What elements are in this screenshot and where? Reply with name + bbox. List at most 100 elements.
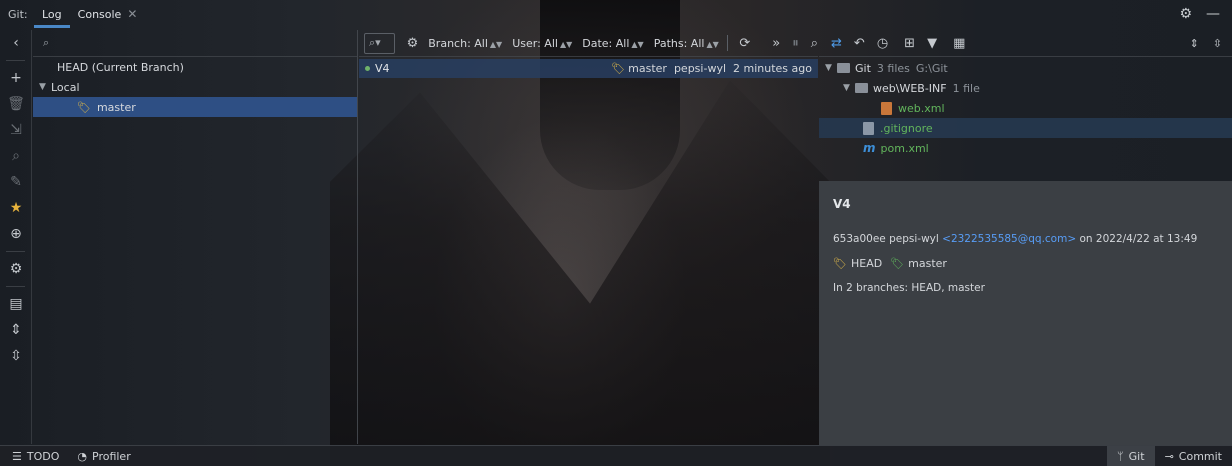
search-icon[interactable]: ⌕ [0, 143, 32, 169]
branch-icon: ᛘ [1117, 449, 1124, 463]
user-filter-label: User: All [512, 36, 558, 50]
user-filter[interactable]: User: All ▲▼ [512, 37, 572, 50]
profiler-button[interactable]: ◔ Profiler [77, 450, 130, 463]
chevron-down-icon[interactable]: ▼ [825, 63, 837, 73]
settings-icon[interactable]: ⚙ [0, 256, 32, 282]
branch-head-label: HEAD (Current Branch) [57, 60, 184, 74]
file-name: pom.xml [880, 141, 929, 155]
settings-icon[interactable]: ⚙ [407, 36, 419, 51]
commit-icon: ⊸ [1164, 449, 1174, 463]
branches-panel: ⌕ HEAD (Current Branch) ▼ Local 🏷 master [33, 30, 358, 444]
xml-file-icon [881, 101, 892, 115]
file-item[interactable]: .gitignore [819, 118, 1232, 138]
details-commit-line: 653a00ee pepsi-wyl <2322535585@qq.com> o… [833, 233, 1218, 245]
folder-count: 1 file [952, 81, 980, 95]
details-author: pepsi-wyl [889, 233, 939, 245]
branch-master-label: master [96, 100, 136, 114]
details-tag-head: HEAD [850, 257, 883, 270]
add-icon[interactable]: + [0, 65, 32, 91]
cherry-pick-icon[interactable]: ⇄ [831, 36, 842, 51]
commit-time: 2 minutes ago [733, 62, 812, 75]
date-filter-label: Date: All [582, 36, 630, 50]
tag-icon: 🏷 [833, 257, 847, 270]
profiler-icon: ◔ [77, 449, 87, 463]
pause-icon[interactable]: ⏸ [792, 36, 799, 51]
git-button[interactable]: ᛘ Git [1107, 445, 1155, 466]
details-hash: 653a00ee [833, 233, 886, 245]
layout-icon[interactable]: ▦ [953, 36, 965, 51]
divider [6, 60, 25, 61]
file-item[interactable]: web.xml [819, 98, 1232, 118]
commit-row[interactable]: V4 🏷 master pepsi-wyl 2 minutes ago [359, 59, 818, 78]
close-icon[interactable]: ✕ [127, 7, 137, 21]
details-title: V4 [833, 197, 851, 211]
folder-icon [837, 63, 850, 73]
details-email-link[interactable]: <2322535585@qq.com> [942, 233, 1076, 245]
left-toolstrip: ‹ + 🗑 ⇲ ⌕ ✎ ★ ⊕ ⚙ ▤ ⇕ ⇳ [0, 30, 32, 444]
background-hair [540, 0, 680, 190]
date-filter[interactable]: Date: All ▲▼ [582, 37, 643, 50]
search-icon: ⌕▾ [369, 36, 381, 49]
todo-button[interactable]: ☰ TODO [12, 450, 59, 463]
branch-filter-label: Branch: All [428, 36, 488, 50]
commit-label: Commit [1178, 449, 1222, 463]
branch-head[interactable]: HEAD (Current Branch) [33, 57, 357, 77]
edit-icon[interactable]: ✎ [0, 169, 32, 195]
expand-all-icon[interactable]: ⇕ [0, 317, 32, 343]
changed-files-tree: ▼ Git 3 files G:\Git ▼ web\WEB-INF 1 fil… [819, 58, 1232, 180]
chevron-down-icon[interactable]: ▼ [39, 82, 51, 92]
branch-search-input[interactable]: ⌕ [33, 30, 357, 57]
root-path: G:\Git [915, 61, 948, 75]
git-label: Git [1128, 449, 1145, 463]
log-search-input[interactable]: ⌕▾ [364, 32, 395, 54]
details-date: 2022/4/22 at 13:49 [1095, 233, 1198, 245]
profiler-label: Profiler [92, 449, 131, 463]
file-item[interactable]: m pom.xml [819, 138, 1232, 158]
file-tree-folder[interactable]: ▼ web\WEB-INF 1 file [819, 78, 1232, 98]
refresh-icon[interactable]: ⟳ [739, 36, 750, 51]
divider [6, 251, 25, 252]
divider [6, 286, 25, 287]
star-icon[interactable]: ★ [0, 195, 32, 221]
history-icon[interactable]: ◷ [877, 36, 888, 51]
tab-console[interactable]: Console ✕ [70, 0, 146, 28]
gear-icon[interactable]: ⚙ [1179, 6, 1192, 22]
delete-icon[interactable]: 🗑 [0, 91, 32, 117]
toolwindow-label: Git: [8, 7, 28, 21]
merge-icon[interactable]: ⇲ [0, 117, 32, 143]
branch-group-local[interactable]: ▼ Local [33, 77, 357, 97]
branch-master[interactable]: 🏷 master [33, 97, 357, 117]
target-icon[interactable]: ⊕ [0, 221, 32, 247]
revert-icon[interactable]: ↶ [854, 36, 865, 51]
tag-icon: 🏷 [611, 62, 626, 75]
updown-icon: ▲▼ [559, 39, 573, 49]
details-tags: 🏷 HEAD 🏷 master [833, 257, 1218, 270]
filter-icon[interactable]: ▼ [927, 36, 937, 51]
minimize-icon[interactable]: — [1206, 6, 1220, 22]
collapse-arrow-icon[interactable]: ‹ [0, 30, 32, 56]
changes-toolbar: ⇄ ↶ ◷ ⊞ ▼ ▦ ⇕ ⇳ [819, 30, 1232, 57]
file-name: web.xml [898, 101, 945, 115]
tab-log[interactable]: Log [34, 0, 70, 28]
collapse-all-icon[interactable]: ⇳ [1213, 37, 1222, 50]
commit-button[interactable]: ⊸ Commit [1155, 446, 1232, 466]
paths-filter[interactable]: Paths: All ▲▼ [654, 37, 719, 50]
tab-console-label: Console [77, 7, 122, 21]
collapse-all-icon[interactable]: ⇳ [0, 343, 32, 369]
updown-icon: ▲▼ [631, 39, 644, 49]
status-bar: ☰ TODO ◔ Profiler ᛘ Git ⊸ Commit [0, 445, 1232, 466]
search-icon[interactable]: ⌕ [811, 36, 818, 51]
commit-tag: 🏷 master [611, 62, 667, 75]
file-tree-root[interactable]: ▼ Git 3 files G:\Git [819, 58, 1232, 78]
chevron-down-icon[interactable]: ▼ [843, 83, 855, 93]
group-by-icon[interactable]: ⊞ [904, 36, 915, 51]
more-button[interactable]: » [772, 36, 780, 51]
gitignore-file-icon [863, 121, 874, 135]
tag-icon: 🏷 [890, 257, 905, 270]
group-folder-icon[interactable]: ▤ [0, 291, 32, 317]
branch-filter[interactable]: Branch: All ▲▼ [428, 37, 502, 50]
expand-all-icon[interactable]: ⇕ [1190, 37, 1199, 50]
details-tag-master: master [908, 257, 947, 270]
tab-log-label: Log [42, 7, 62, 21]
root-count: 3 files [876, 61, 910, 75]
